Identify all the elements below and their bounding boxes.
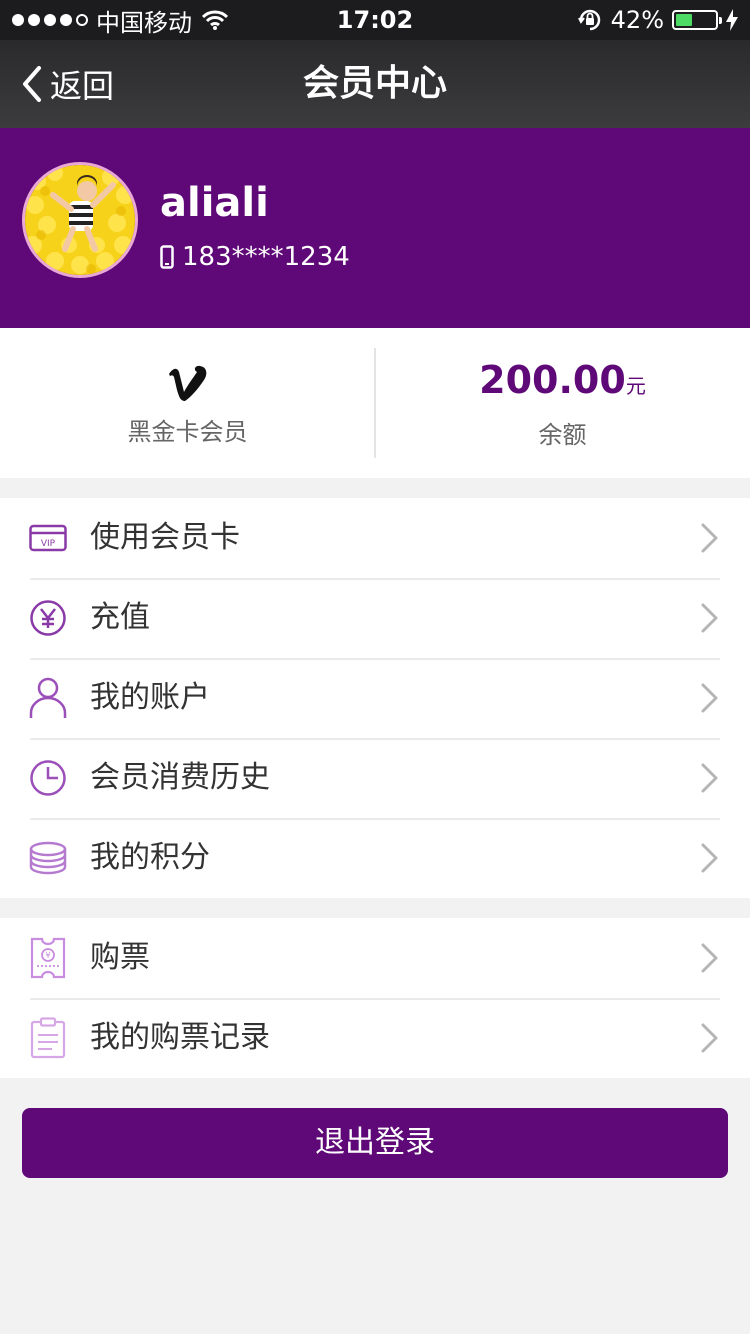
- vip-card-icon: VIP: [28, 518, 68, 558]
- chevron-right-icon: [701, 1023, 718, 1053]
- battery-fill: [676, 14, 692, 26]
- chevron-right-icon: [701, 943, 718, 973]
- status-bar: 中国移动 17:02 42%: [0, 0, 750, 40]
- member-v-logo-icon: [167, 360, 209, 406]
- chevron-right-icon: [701, 763, 718, 793]
- menu-item-label: 会员消费历史: [90, 760, 270, 795]
- chevron-right-icon: [701, 523, 718, 553]
- chevron-right-icon: [701, 603, 718, 633]
- chevron-right-icon: [701, 683, 718, 713]
- menu-item-label: 充值: [90, 600, 150, 635]
- menu-item-use-card[interactable]: VIP 使用会员卡: [0, 498, 750, 578]
- member-level-label: 黑金卡会员: [127, 417, 248, 446]
- rotation-lock-icon: [577, 9, 600, 31]
- menu-item-label: 使用会员卡: [90, 520, 240, 555]
- user-icon: [28, 677, 68, 718]
- menu-item-buy-ticket[interactable]: ¥ 购票: [0, 918, 750, 998]
- menu-item-label: 我的账户: [90, 680, 210, 715]
- profile-header: aliali 183****1234: [0, 128, 750, 328]
- phone-number: 183****1234: [182, 242, 350, 272]
- member-level-card[interactable]: 黑金卡会员: [0, 328, 375, 478]
- avatar[interactable]: [22, 162, 138, 278]
- phone-row: 183****1234: [160, 242, 350, 272]
- menu-item-my-account[interactable]: 我的账户: [0, 658, 750, 738]
- balance-card[interactable]: 200.00元 余额: [375, 328, 750, 478]
- yuan-icon: [28, 598, 68, 638]
- member-stats: 黑金卡会员 200.00元 余额: [0, 328, 750, 478]
- menu-item-recharge[interactable]: 充值: [0, 578, 750, 658]
- menu-item-label: 我的积分: [90, 840, 210, 875]
- nav-bar: 返回 会员中心: [0, 40, 750, 128]
- username: aliali: [160, 180, 269, 226]
- phone-icon: [160, 245, 174, 269]
- avatar-image: [25, 165, 135, 275]
- menu-item-label: 我的购票记录: [90, 1020, 270, 1055]
- svg-text:VIP: VIP: [41, 539, 56, 549]
- menu-item-consumption-history[interactable]: 会员消费历史: [0, 738, 750, 818]
- balance-label: 余额: [538, 420, 587, 449]
- balance-unit: 元: [625, 373, 646, 398]
- charging-bolt-icon: [726, 9, 738, 31]
- battery-percent: 42%: [610, 6, 664, 34]
- ticket-menu-list: ¥ 购票 我的购票记录: [0, 918, 750, 1078]
- clipboard-icon: [28, 1017, 68, 1059]
- menu-item-label: 购票: [90, 940, 150, 975]
- balance-amount-row: 200.00元: [479, 357, 646, 409]
- logout-button[interactable]: 退出登录: [22, 1108, 728, 1178]
- balance-amount: 200.00: [479, 357, 626, 402]
- coins-icon: [28, 838, 68, 878]
- status-bar-right: 42%: [577, 6, 738, 34]
- svg-text:¥: ¥: [45, 951, 50, 960]
- menu-item-ticket-records[interactable]: 我的购票记录: [0, 998, 750, 1078]
- ticket-icon: ¥: [28, 937, 68, 979]
- clock-icon: [28, 758, 68, 798]
- page-title: 会员中心: [302, 63, 447, 104]
- member-menu-list: VIP 使用会员卡 充值 我的账户 会员消费历史 我的积分: [0, 498, 750, 898]
- menu-item-my-points[interactable]: 我的积分: [0, 818, 750, 898]
- chevron-right-icon: [701, 843, 718, 873]
- battery-icon: [672, 10, 722, 30]
